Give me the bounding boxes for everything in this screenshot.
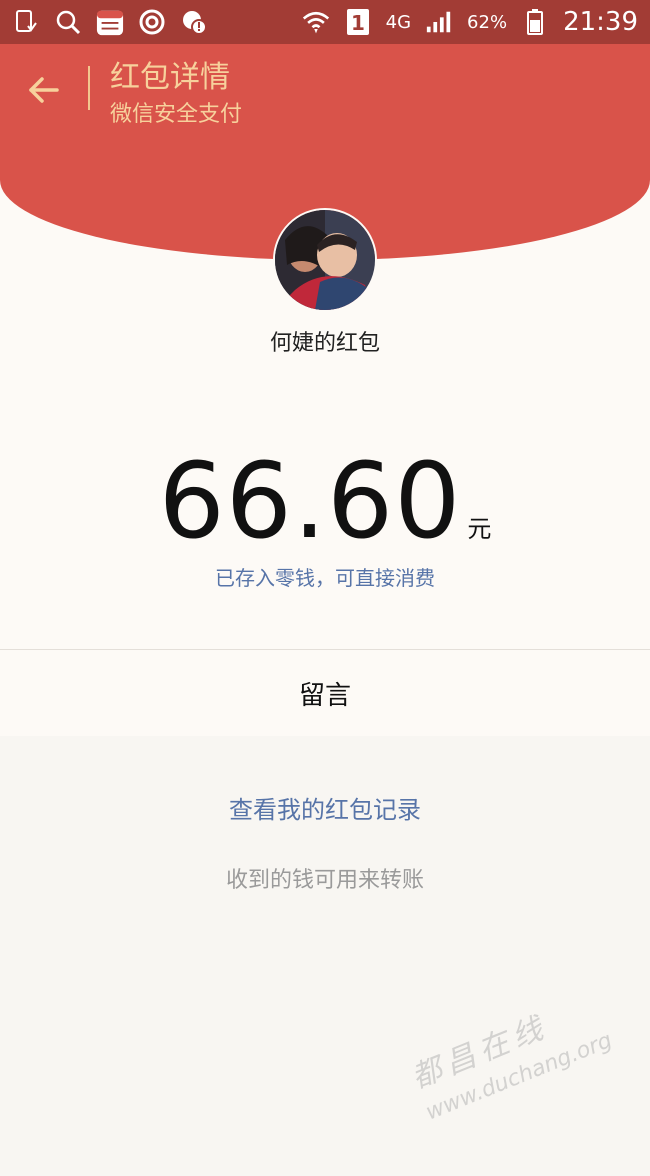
phone-notification-icon bbox=[12, 8, 40, 36]
watermark: 都昌在线 www.duchang.org bbox=[404, 974, 650, 1176]
signal-icon bbox=[425, 8, 453, 36]
message-button[interactable]: 留言 bbox=[0, 650, 650, 736]
battery-icon bbox=[521, 8, 549, 36]
network-type: 4G bbox=[385, 11, 412, 33]
sender-name: 何婕的红包 bbox=[269, 331, 380, 356]
status-bar: 1 4G 62% 21:39 bbox=[0, 0, 650, 44]
page-subtitle: 微信安全支付 bbox=[110, 102, 243, 127]
arrow-left-icon bbox=[29, 77, 59, 103]
clock: 21:39 bbox=[563, 7, 638, 37]
back-button[interactable] bbox=[24, 70, 64, 110]
wifi-icon bbox=[302, 8, 330, 36]
amount-value: 66.60 bbox=[158, 440, 462, 562]
deposit-note[interactable]: 已存入零钱，可直接消费 bbox=[0, 562, 650, 591]
amount-unit: 元 bbox=[467, 515, 492, 543]
sim-slot-icon: 1 bbox=[344, 8, 372, 36]
amount-display: 66.60 元 bbox=[0, 440, 650, 562]
battery-percent: 62% bbox=[467, 11, 508, 33]
alert-app-icon bbox=[180, 8, 208, 36]
transfer-hint: 收到的钱可用来转账 bbox=[225, 868, 424, 893]
page-title: 红包详情 bbox=[110, 60, 230, 95]
sync-circle-icon bbox=[138, 8, 166, 36]
header-divider bbox=[88, 66, 90, 110]
view-records-link[interactable]: 查看我的红包记录 bbox=[0, 790, 650, 825]
sender-avatar[interactable] bbox=[273, 208, 377, 312]
search-icon bbox=[54, 8, 82, 36]
calendar-app-icon bbox=[96, 8, 124, 36]
sim-slot-label: 1 bbox=[351, 11, 365, 35]
